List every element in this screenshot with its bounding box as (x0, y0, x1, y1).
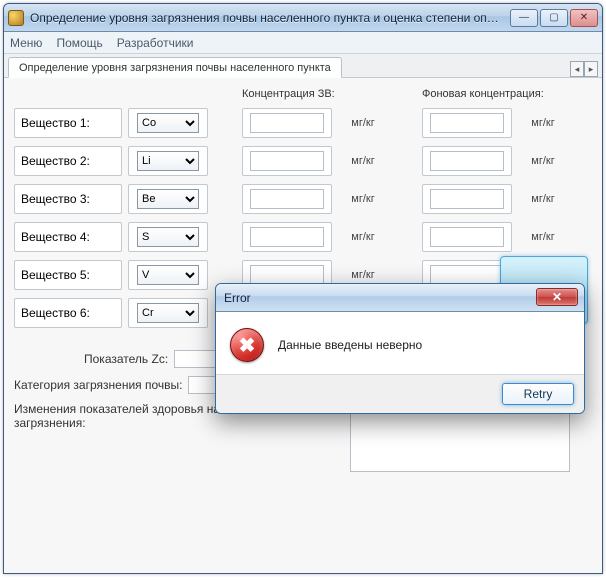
substance-select-2[interactable]: Li (137, 151, 199, 171)
unit-label: мг/кг (351, 193, 374, 205)
dialog-titlebar: Error ✕ (216, 284, 584, 312)
substance-select-3[interactable]: Be (137, 189, 199, 209)
retry-button[interactable]: Retry (502, 383, 574, 405)
window-title: Определение уровня загрязнения почвы нас… (30, 11, 504, 25)
bg-input-1[interactable] (430, 113, 504, 133)
row-label-2: Вещество 2: (21, 154, 90, 168)
unit-label: мг/кг (531, 117, 554, 129)
tab-scroll: ◂ ▸ (570, 61, 598, 77)
app-icon (8, 10, 24, 26)
row-label-3: Вещество 3: (21, 192, 90, 206)
dialog-title: Error (224, 291, 251, 305)
unit-label: мг/кг (351, 269, 374, 281)
row-label-5: Вещество 5: (21, 268, 90, 282)
row-label-4: Вещество 4: (21, 230, 90, 244)
minimize-button[interactable]: — (510, 9, 538, 27)
conc-input-2[interactable] (250, 151, 324, 171)
substance-select-6[interactable]: Cr (137, 303, 199, 323)
tab-scroll-right[interactable]: ▸ (584, 61, 598, 77)
substance-select-1[interactable]: Co (137, 113, 199, 133)
dialog-body: ✖ Данные введены неверно (216, 312, 584, 375)
menu-item-help[interactable]: Помощь (56, 36, 102, 50)
unit-label: мг/кг (531, 231, 554, 243)
error-icon: ✖ (230, 328, 264, 362)
unit-label: мг/кг (531, 193, 554, 205)
tab-active[interactable]: Определение уровня загрязнения почвы нас… (8, 57, 342, 78)
bg-input-3[interactable] (430, 189, 504, 209)
menu-item-developers[interactable]: Разработчики (117, 36, 194, 50)
zc-label: Показатель Zc: (84, 352, 168, 366)
bg-input-5[interactable] (430, 265, 504, 285)
tabstrip: Определение уровня загрязнения почвы нас… (4, 54, 602, 78)
unit-label: мг/кг (351, 117, 374, 129)
maximize-button[interactable]: ▢ (540, 9, 568, 27)
conc-input-1[interactable] (250, 113, 324, 133)
dialog-message: Данные введены неверно (278, 338, 422, 352)
dialog-footer: Retry (216, 375, 584, 413)
substance-select-5[interactable]: V (137, 265, 199, 285)
conc-input-5[interactable] (250, 265, 324, 285)
menu-item-menu[interactable]: Меню (10, 36, 42, 50)
substance-select-4[interactable]: S (137, 227, 199, 247)
tab-scroll-left[interactable]: ◂ (570, 61, 584, 77)
window-buttons: — ▢ ✕ (510, 9, 598, 27)
bg-input-4[interactable] (430, 227, 504, 247)
titlebar: Определение уровня загрязнения почвы нас… (4, 4, 602, 32)
error-dialog: Error ✕ ✖ Данные введены неверно Retry (215, 283, 585, 414)
unit-label: мг/кг (351, 231, 374, 243)
unit-label: мг/кг (351, 155, 374, 167)
row-label-6: Вещество 6: (21, 306, 90, 320)
bg-input-2[interactable] (430, 151, 504, 171)
header-concentration: Концентрация ЗВ: (242, 88, 388, 100)
conc-input-4[interactable] (250, 227, 324, 247)
category-label: Категория загрязнения почвы: (14, 378, 182, 392)
conc-input-3[interactable] (250, 189, 324, 209)
dialog-close-button[interactable]: ✕ (536, 288, 578, 306)
header-background: Фоновая концентрация: (422, 88, 568, 100)
unit-label: мг/кг (531, 155, 554, 167)
menubar: Меню Помощь Разработчики (4, 32, 602, 54)
row-label-1: Вещество 1: (21, 116, 90, 130)
close-button[interactable]: ✕ (570, 9, 598, 27)
